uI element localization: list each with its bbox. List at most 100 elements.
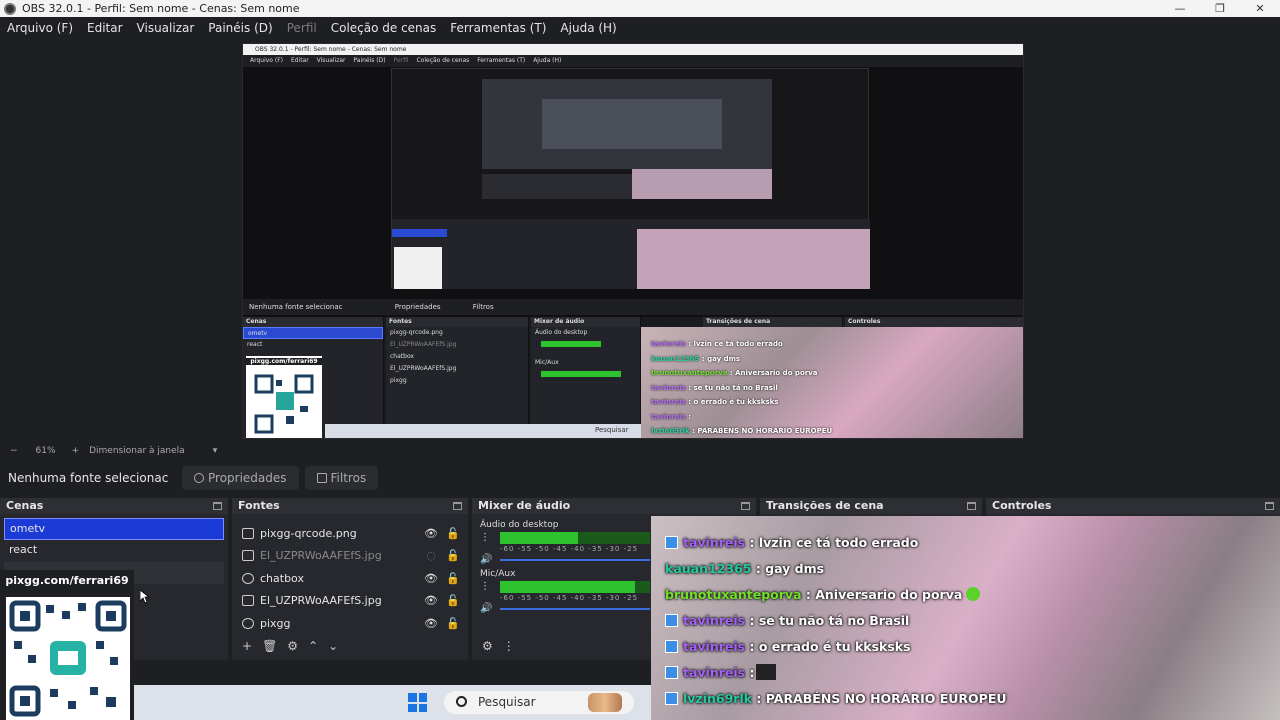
zoom-out-button[interactable]: − [10, 446, 18, 456]
preview-source-item: pixgg [390, 377, 407, 384]
sources-title-text: Fontes [238, 499, 280, 512]
volume-slider[interactable] [500, 559, 650, 561]
scene-item-ometv[interactable]: ometv [4, 518, 224, 540]
source-name: pixgg [260, 616, 291, 630]
obs-logo-icon [4, 2, 16, 15]
eye-icon[interactable]: 👁 [424, 617, 438, 630]
channel-menu-icon[interactable]: ⋮ [480, 532, 490, 543]
add-source-button[interactable]: + [242, 639, 252, 653]
window-title-bar: OBS 32.0.1 - Perfil: Sem nome - Cenas: S… [0, 0, 1280, 17]
badge-icon [665, 692, 678, 705]
menu-file[interactable]: Arquivo (F) [0, 21, 80, 35]
undock-icon[interactable] [1265, 502, 1274, 510]
preview-source-item: pixgg-qrcode.png [390, 329, 443, 336]
eye-icon[interactable]: 👁 [424, 527, 438, 540]
maximize-button[interactable]: ❐ [1200, 2, 1240, 15]
controls-title-text: Controles [992, 499, 1052, 512]
preview-dock-title: Controles [845, 317, 1023, 327]
undock-icon[interactable] [741, 502, 750, 510]
browser-icon [242, 617, 254, 629]
trash-icon[interactable]: 🗑 [262, 639, 277, 653]
source-item[interactable]: chatbox 👁 🔓 [232, 567, 468, 590]
preview-audio-channel: Mic/Aux [535, 359, 559, 366]
badge-icon [665, 640, 678, 653]
menu-docks[interactable]: Painéis (D) [201, 21, 279, 35]
chat-line: lvzin69rlk : PARABÉNS NO HORÁRIO EUROPEU [651, 686, 1280, 712]
gear-icon [194, 473, 204, 483]
preview-canvas[interactable]: OBS 32.0.1 - Perfil: Sem nome - Cenas: S… [242, 43, 1024, 439]
captured-taskbar: Pesquisar [134, 685, 651, 720]
preview-chat-line: lvzin69rlk : PARABÉNS NO HORÁRIO EUROPEU [651, 427, 833, 435]
lock-icon[interactable]: 🔓 [446, 617, 460, 630]
speaker-icon[interactable]: 🔊 [480, 603, 492, 614]
eye-icon[interactable]: 👁 [424, 572, 438, 585]
lock-icon[interactable]: 🔓 [446, 527, 460, 540]
gear-icon[interactable]: ⚙ [482, 639, 493, 653]
preview-menu-item: Ajuda (H) [533, 57, 562, 64]
preview-chat-line: tavinreis : lvzin ce tá todo errado [651, 340, 783, 348]
lock-icon[interactable]: 🔓 [446, 572, 460, 585]
scenes-title: Cenas [0, 498, 228, 514]
taskbar-search: Pesquisar [444, 691, 634, 714]
lock-icon[interactable]: 🔓 [446, 549, 460, 562]
source-item[interactable]: El_UZPRWoAAFEfS.jpg ◌ 🔓 [232, 545, 468, 568]
preview-menu-bar: Arquivo (F) Editar Visualizar Painéis (D… [243, 55, 1023, 67]
badge-icon [665, 666, 678, 679]
preview-source-item: El_UZPRWoAAFEfS.jpg [390, 341, 457, 348]
menu-view[interactable]: Visualizar [130, 21, 202, 35]
source-name: pixgg-qrcode.png [260, 526, 357, 540]
lock-icon[interactable]: 🔓 [446, 594, 460, 607]
undock-icon[interactable] [967, 502, 976, 510]
preview-source-toolbar: Nenhuma fonte selecionac Propriedades Fi… [243, 299, 1023, 315]
menu-tools[interactable]: Ferramentas (T) [443, 21, 553, 35]
menu-help[interactable]: Ajuda (H) [553, 21, 623, 35]
menu-profile[interactable]: Perfil [280, 21, 324, 35]
taskbar-search-text: Pesquisar [478, 695, 536, 709]
move-up-icon[interactable]: ⌃ [308, 639, 318, 653]
preview-qr-label: pixgg.com/ferrari69 [246, 358, 322, 365]
chevron-down-icon[interactable]: ▾ [213, 446, 218, 456]
source-item[interactable]: pixgg-qrcode.png 👁 🔓 [232, 522, 468, 545]
menu-edit[interactable]: Editar [80, 21, 130, 35]
mixer-title-text: Mixer de áudio [478, 499, 571, 512]
undock-icon[interactable] [453, 502, 462, 510]
chat-line-cutoff [651, 516, 1280, 530]
preview-properties: Propriedades [394, 303, 441, 311]
eye-icon[interactable]: 👁 [424, 594, 438, 607]
source-item[interactable]: pixgg 👁 🔓 [232, 612, 468, 635]
emote-icon [756, 664, 777, 680]
properties-button[interactable]: Propriedades [182, 466, 299, 490]
menu-dots-icon[interactable]: ⋮ [503, 639, 515, 653]
source-name: chatbox [260, 571, 304, 585]
meter-ticks: -60 -55 -50 -45 -40 -35 -30 -25 [500, 594, 639, 602]
eye-hidden-icon[interactable]: ◌ [424, 549, 438, 562]
chat-line: tavinreis : lvzin ce tá todo errado [651, 530, 1280, 556]
move-down-icon[interactable]: ⌄ [328, 639, 338, 653]
channel-menu-icon[interactable]: ⋮ [480, 581, 490, 592]
chat-line: tavinreis : se tu não tá no Brasil [651, 608, 1280, 634]
undock-icon[interactable] [213, 502, 222, 510]
filters-button[interactable]: Filtros [304, 466, 379, 490]
zoom-in-button[interactable]: + [72, 446, 80, 456]
volume-slider[interactable] [500, 608, 650, 610]
preview-menu-item: Arquivo (F) [250, 57, 284, 64]
properties-label: Propriedades [208, 471, 287, 485]
close-button[interactable]: ✕ [1240, 2, 1280, 15]
preview-filters: Filtros [472, 303, 494, 311]
minimize-button[interactable]: — [1160, 2, 1200, 15]
speaker-icon[interactable]: 🔊 [480, 554, 492, 565]
preview-menu-item: Perfil [393, 57, 409, 64]
menu-scene-collection[interactable]: Coleção de cenas [324, 21, 444, 35]
scene-item-react[interactable]: react [4, 540, 224, 562]
chat-overlay: tavinreis : lvzin ce tá todo errado kaua… [651, 516, 1280, 720]
preview-menu-item: Painéis (D) [353, 57, 386, 64]
preview-nested-capture [391, 68, 870, 289]
scale-mode[interactable]: Dimensionar à janela [89, 446, 185, 456]
preview-search: Pesquisar [595, 426, 629, 434]
menu-bar: Arquivo (F) Editar Visualizar Painéis (D… [0, 17, 1280, 38]
gear-icon[interactable]: ⚙ [287, 639, 298, 653]
transitions-title: Transições de cena [760, 498, 982, 514]
image-icon [242, 527, 254, 539]
mixer-footer: ⚙ ⋮ [472, 638, 515, 654]
source-item[interactable]: El_UZPRWoAAFEfS.jpg 👁 🔓 [232, 590, 468, 613]
